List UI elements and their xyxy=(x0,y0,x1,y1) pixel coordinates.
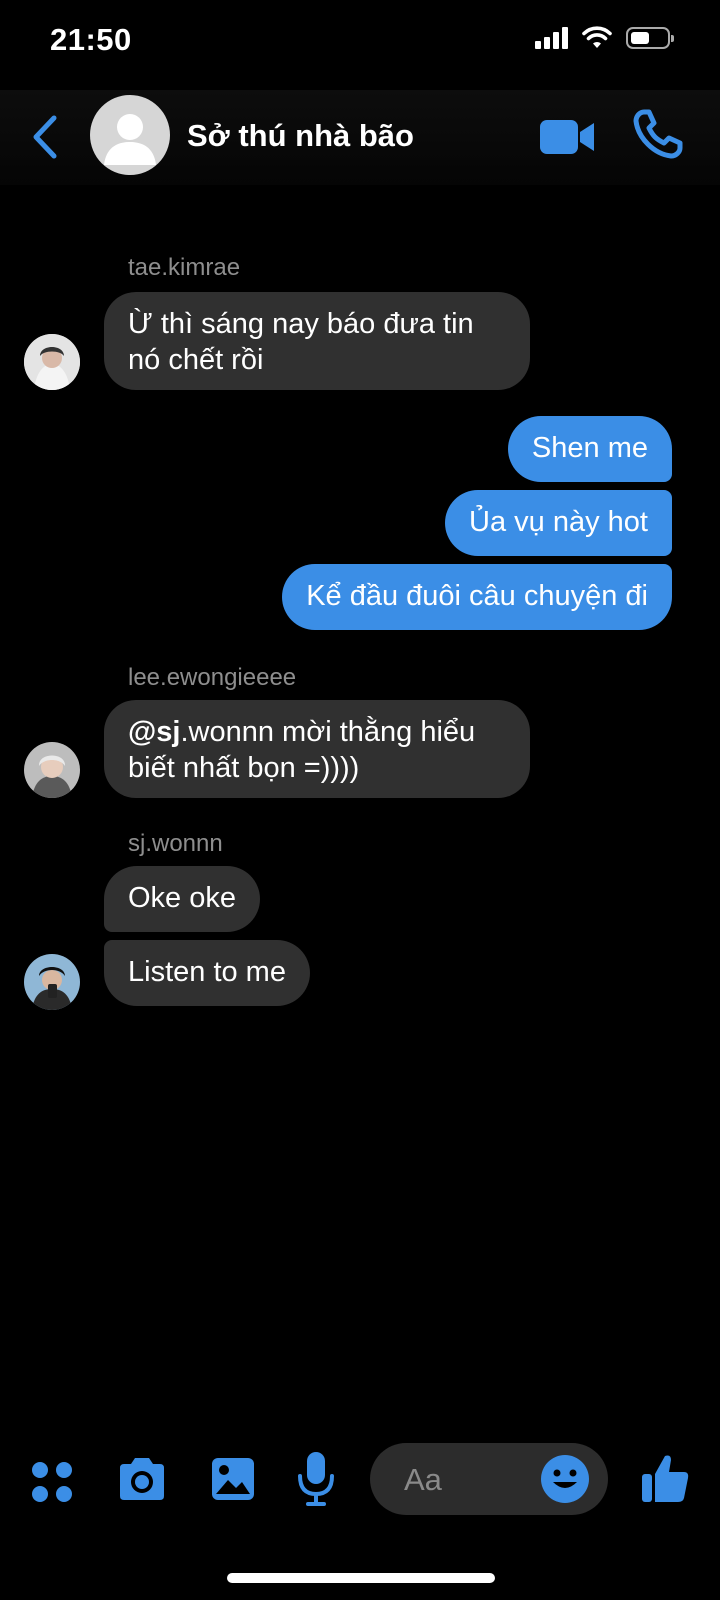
avatar-tae-kimrae[interactable] xyxy=(24,334,80,390)
sender-name: tae.kimrae xyxy=(128,254,241,281)
chat-header: Sở thú nhà bão xyxy=(0,90,720,185)
battery-icon xyxy=(626,27,674,49)
outgoing-message-bubble[interactable]: Ủa vụ này hot xyxy=(445,490,672,556)
avatar-sj-wonnn[interactable] xyxy=(24,954,80,1010)
apps-icon[interactable] xyxy=(30,1460,74,1504)
wifi-icon xyxy=(582,26,612,48)
message-bubble[interactable]: Listen to me xyxy=(104,940,310,1006)
sender-name: lee.ewongieeee xyxy=(128,664,297,691)
status-time: 21:50 xyxy=(50,22,132,57)
message-text: Kể đầu đuôi câu chuyện đi xyxy=(306,580,648,612)
signal-icon xyxy=(535,27,568,49)
message-input-placeholder: Aa xyxy=(404,1462,442,1497)
conversation-title[interactable]: Sở thú nhà bão xyxy=(187,118,414,154)
message-text: Ủa vụ này hot xyxy=(469,506,648,538)
group-avatar[interactable] xyxy=(90,95,170,175)
sender-name: sj.wonnn xyxy=(128,830,223,857)
camera-icon[interactable] xyxy=(116,1456,168,1502)
back-arrow-icon[interactable] xyxy=(26,112,66,162)
message-input[interactable]: Aa xyxy=(370,1443,608,1515)
thumbs-up-icon[interactable] xyxy=(640,1452,690,1504)
avatar-lee-ewongieeee[interactable] xyxy=(24,742,80,798)
microphone-icon[interactable] xyxy=(296,1450,336,1508)
gallery-icon[interactable] xyxy=(210,1456,256,1502)
message-bubble[interactable]: Ừ thì sáng nay báo đưa tin nó chết rồi xyxy=(104,292,530,390)
home-indicator[interactable] xyxy=(227,1573,495,1583)
message-text: Listen to me xyxy=(128,956,286,988)
message-text: .wonnn mời thằng hiểu biết nhất bọn =)))… xyxy=(128,716,476,784)
message-bubble[interactable]: @sj.wonnn mời thằng hiểu biết nhất bọn =… xyxy=(104,700,530,798)
emoji-icon[interactable] xyxy=(540,1454,590,1504)
video-call-icon[interactable] xyxy=(538,112,596,162)
outgoing-message-bubble[interactable]: Shen me xyxy=(507,416,672,482)
user-mention[interactable]: @sj xyxy=(128,716,180,748)
status-icons xyxy=(535,26,674,50)
message-bubble[interactable]: Oke oke xyxy=(104,866,260,932)
outgoing-message-bubble[interactable]: Kể đầu đuôi câu chuyện đi xyxy=(282,564,672,630)
message-text: Shen me xyxy=(531,432,648,464)
message-text: Oke oke xyxy=(128,882,236,914)
phone-icon[interactable] xyxy=(632,108,684,160)
message-text: Ừ thì sáng nay báo đưa tin nó chết rồi xyxy=(128,308,474,376)
